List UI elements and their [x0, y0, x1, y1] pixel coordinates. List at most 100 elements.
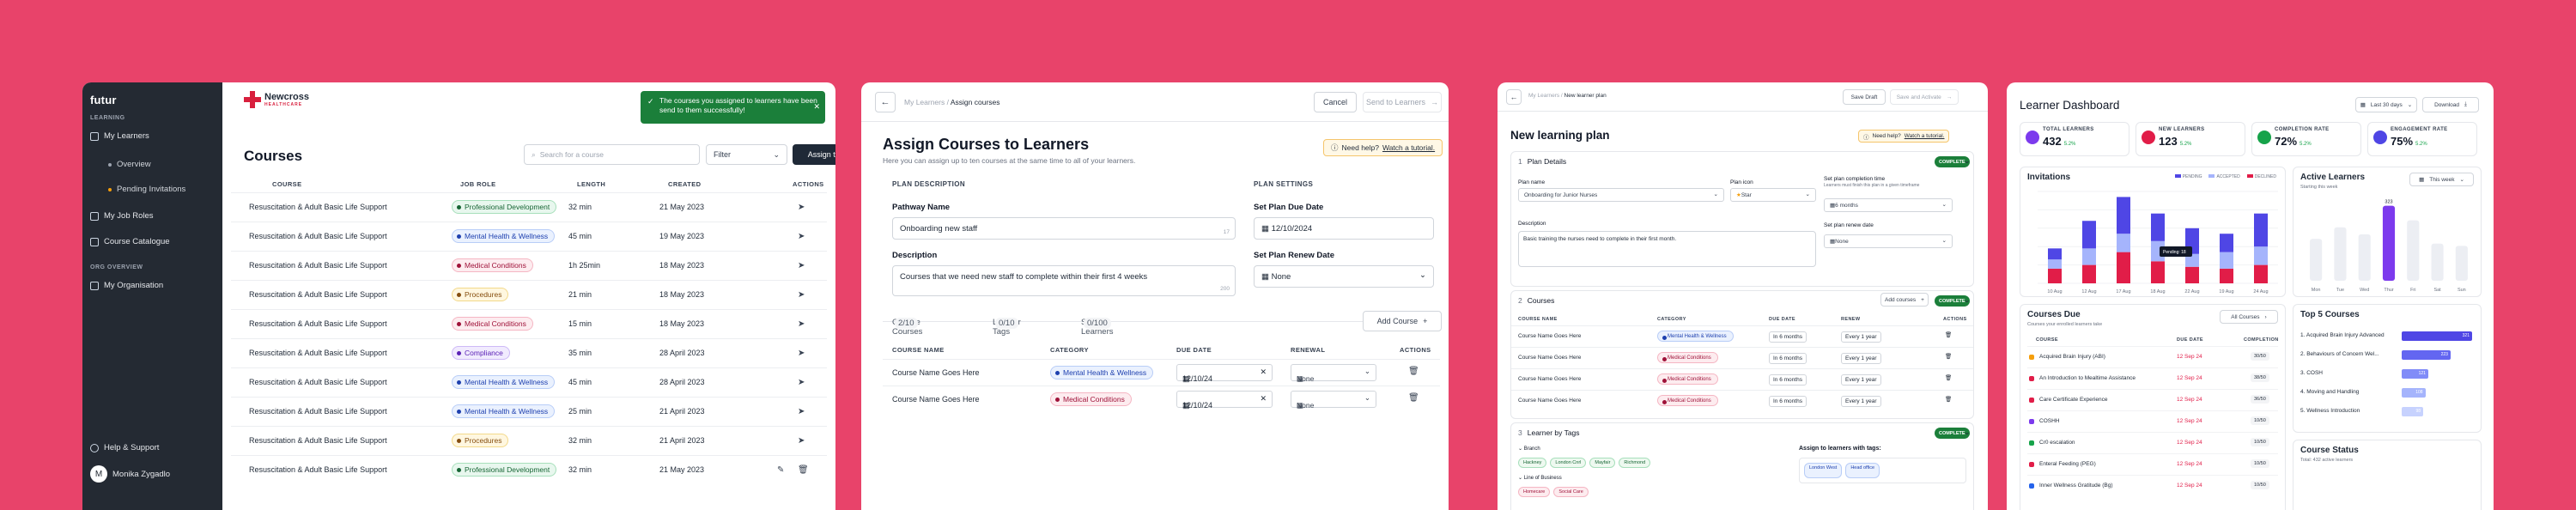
- due-date-input[interactable]: ▦ 12/10/2024: [1254, 217, 1434, 240]
- breadcrumb: My Learners / Assign courses: [904, 98, 1000, 106]
- breadcrumb-parent[interactable]: My Learners: [1528, 93, 1559, 99]
- table-row[interactable]: Resuscitation & Adult Basic Life Support…: [231, 192, 827, 222]
- col-course[interactable]: COURSE: [272, 180, 302, 188]
- list-item[interactable]: Cr0 escalation 12 Sep 24 10/50: [2027, 432, 2278, 453]
- add-course-button[interactable]: Add Course +: [1363, 311, 1442, 331]
- table-row[interactable]: Resuscitation & Adult Basic Life Support…: [231, 280, 827, 309]
- renewal-select[interactable]: ▦ None: [1291, 364, 1376, 383]
- all-courses-button[interactable]: All Courses ›: [2220, 310, 2278, 324]
- breadcrumb-parent[interactable]: My Learners: [904, 98, 945, 106]
- send-icon[interactable]: ➤: [798, 261, 810, 273]
- due-date-value[interactable]: In 6 months: [1769, 396, 1807, 407]
- renew-date-select[interactable]: ▦ None: [1824, 234, 1953, 248]
- table-row[interactable]: Resuscitation & Adult Basic Life Support…: [231, 367, 827, 397]
- back-button[interactable]: ←: [875, 92, 896, 112]
- cancel-button[interactable]: Cancel: [1314, 92, 1357, 112]
- due-date-input[interactable]: ▦ 12/10/24 ✕: [1176, 391, 1273, 410]
- tag-chip[interactable]: Hackney: [1518, 458, 1547, 468]
- tag-chip[interactable]: Richmond: [1619, 458, 1651, 468]
- sidebar-item-my-learners[interactable]: My Learners: [90, 131, 149, 141]
- renew-value[interactable]: Every 1 year: [1841, 331, 1881, 343]
- lob-group[interactable]: ⌄ Line of Business: [1518, 475, 1562, 481]
- trash-icon[interactable]: 🗑: [1945, 396, 1952, 403]
- assign-to-learners-button[interactable]: Assign to learners➤: [793, 144, 835, 165]
- send-icon[interactable]: ➤: [798, 290, 810, 302]
- renew-date-select[interactable]: ▦ None ⌄: [1254, 265, 1434, 288]
- table-row[interactable]: Resuscitation & Adult Basic Life Support…: [231, 222, 827, 251]
- send-icon[interactable]: ➤: [798, 349, 810, 361]
- list-item[interactable]: An Introduction to Mealtime Assistance 12…: [2027, 367, 2278, 389]
- tag-chip[interactable]: Mayfair: [1589, 458, 1616, 468]
- download-button[interactable]: Download ⤓: [2422, 97, 2479, 112]
- plan-icon-select[interactable]: ★ Star: [1730, 188, 1816, 202]
- save-draft-button[interactable]: Save Draft: [1843, 89, 1886, 105]
- list-item[interactable]: Enteral Feeding (PEG) 12 Sep 24 10/50: [2027, 453, 2278, 475]
- send-icon[interactable]: ➤: [798, 232, 810, 244]
- tag-chip[interactable]: London Cnrl: [1550, 458, 1587, 468]
- sidebar-item-job-roles[interactable]: My Job Roles: [90, 211, 154, 221]
- list-item[interactable]: Care Certificate Experience 12 Sep 24 36/5…: [2027, 389, 2278, 410]
- trash-icon[interactable]: 🗑: [1408, 367, 1420, 379]
- renew-value[interactable]: Every 1 year: [1841, 353, 1881, 364]
- trash-icon[interactable]: 🗑: [1945, 353, 1952, 360]
- due-date-input[interactable]: ▦ 12/10/24 ✕: [1176, 364, 1273, 383]
- table-row[interactable]: Resuscitation & Adult Basic Life Support…: [231, 455, 827, 484]
- completion-time-input[interactable]: ▦ 6 months: [1824, 198, 1953, 212]
- description-input[interactable]: Basic training the nurses need to comple…: [1518, 231, 1816, 267]
- sidebar-item-my-organisation[interactable]: My Organisation: [90, 281, 163, 290]
- chevron-down-icon[interactable]: ⌄: [1964, 428, 1971, 437]
- sidebar-item-course-catalogue[interactable]: Course Catalogue: [90, 237, 170, 246]
- filter-select[interactable]: Filter ⌄: [706, 144, 787, 165]
- send-icon[interactable]: ➤: [798, 378, 810, 390]
- sidebar-item-label: Overview: [117, 160, 151, 169]
- table-row[interactable]: Resuscitation & Adult Basic Life Support…: [231, 426, 827, 455]
- tag-chip[interactable]: Homecare: [1518, 487, 1551, 497]
- clear-icon[interactable]: ✕: [1260, 367, 1267, 377]
- list-item[interactable]: COSHH 12 Sep 24 10/50: [2027, 410, 2278, 432]
- plan-name-input[interactable]: Onboarding for Junior Nurses: [1518, 188, 1724, 202]
- tutorial-link[interactable]: Watch a tutorial.: [1905, 133, 1945, 139]
- trash-icon[interactable]: 🗑: [1945, 331, 1952, 338]
- tag-chip[interactable]: Social Care: [1553, 487, 1589, 497]
- due-date-value[interactable]: In 6 months: [1769, 374, 1807, 386]
- send-icon[interactable]: ➤: [798, 203, 810, 215]
- tag-chip[interactable]: Head office: [1845, 463, 1880, 478]
- save-activate-button[interactable]: Save and Activate →: [1890, 89, 1959, 105]
- trash-icon[interactable]: 🗑: [1945, 374, 1952, 381]
- close-icon[interactable]: ✕: [813, 101, 820, 112]
- back-button[interactable]: ←: [1506, 89, 1522, 105]
- send-icon[interactable]: ➤: [798, 436, 810, 448]
- chevron-down-icon[interactable]: ⌄: [1964, 156, 1971, 166]
- list-item[interactable]: Acquired Brain Injury (ABI) 12 Sep 24 30/5…: [2027, 346, 2278, 367]
- renewal-select[interactable]: ▦ None: [1291, 391, 1376, 410]
- tag-chip[interactable]: London West: [1804, 463, 1843, 478]
- date-range-select[interactable]: ▦ Last 30 days ⌄: [2355, 97, 2417, 112]
- trash-icon[interactable]: 🗑: [1408, 393, 1420, 405]
- table-row[interactable]: Resuscitation & Adult Basic Life Support…: [231, 309, 827, 338]
- sidebar-item-overview[interactable]: Overview: [108, 160, 151, 169]
- search-input[interactable]: ⌕ Search for a course: [524, 144, 700, 165]
- add-courses-button[interactable]: Add courses +: [1880, 293, 1929, 307]
- tutorial-link[interactable]: Watch a tutorial.: [1382, 143, 1435, 152]
- description-input[interactable]: Courses that we need new staff to comple…: [892, 265, 1236, 296]
- sidebar-item-pending[interactable]: Pending Invitations: [108, 185, 185, 194]
- sidebar-item-help[interactable]: Help & Support: [90, 443, 159, 452]
- table-row[interactable]: Resuscitation & Adult Basic Life Support…: [231, 251, 827, 280]
- renew-value[interactable]: Every 1 year: [1841, 374, 1881, 386]
- table-row[interactable]: Resuscitation & Adult Basic Life Support…: [231, 397, 827, 426]
- renew-value[interactable]: Every 1 year: [1841, 396, 1881, 407]
- due-date-value[interactable]: In 6 months: [1769, 353, 1807, 364]
- due-date-value[interactable]: In 6 months: [1769, 331, 1807, 343]
- pathway-name-input[interactable]: Onboarding new staff 17: [892, 217, 1236, 240]
- send-icon[interactable]: ➤: [798, 319, 810, 331]
- list-item[interactable]: Inner Wellness Gratitude (Bg) 12 Sep 24 10…: [2027, 475, 2278, 496]
- trash-icon[interactable]: 🗑: [798, 465, 810, 477]
- send-to-learners-button[interactable]: Send to Learners →: [1363, 92, 1442, 112]
- branch-group[interactable]: ⌄ Branch: [1518, 446, 1540, 452]
- clear-icon[interactable]: ✕: [1260, 394, 1267, 404]
- edit-icon[interactable]: ✎: [777, 465, 789, 477]
- chevron-down-icon[interactable]: ⌄: [1964, 295, 1971, 305]
- send-icon[interactable]: ➤: [798, 407, 810, 419]
- user-profile[interactable]: M Monika Zygadlo: [90, 465, 170, 483]
- table-row[interactable]: Resuscitation & Adult Basic Life Support…: [231, 338, 827, 367]
